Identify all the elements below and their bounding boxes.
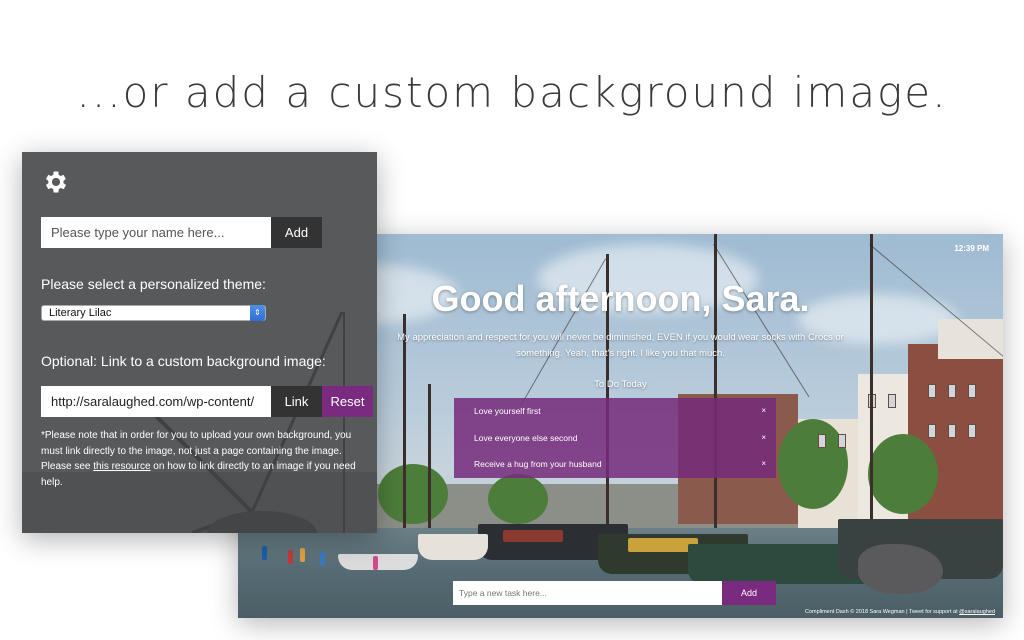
boat-hull [858, 544, 943, 594]
add-task-button[interactable]: Add [722, 581, 776, 605]
footer-handle-link[interactable]: @saralaughed [959, 609, 995, 615]
window [968, 424, 976, 438]
add-name-button[interactable]: Add [271, 217, 322, 248]
todo-text: Receive a hug from your husband [474, 459, 602, 470]
todo-text: Love yourself first [474, 406, 541, 416]
footer: Compliment Dash © 2018 Sara Wegman | Twe… [805, 609, 995, 615]
tree [488, 474, 548, 524]
paddleboarder [262, 546, 267, 560]
theme-label: Please select a personalized theme: [41, 276, 266, 292]
paddleboarder [320, 552, 325, 566]
paddleboarder [288, 550, 293, 564]
background-label: Optional: Link to a custom background im… [41, 353, 326, 369]
remove-todo-icon[interactable]: × [761, 451, 766, 478]
todo-item[interactable]: Love yourself first × [454, 398, 776, 425]
resource-link[interactable]: this resource [93, 461, 150, 472]
window [888, 394, 896, 408]
tree [778, 419, 848, 509]
boat-cabin [503, 530, 563, 542]
paddleboarder [373, 556, 378, 570]
clock: 12:39 PM [954, 244, 989, 253]
ship-mast [428, 384, 431, 534]
tree [378, 464, 448, 524]
paddleboarder [300, 548, 305, 562]
window [838, 434, 846, 448]
tree [868, 434, 938, 514]
background-url-input[interactable] [41, 386, 271, 417]
window [948, 424, 956, 438]
todo-text: Love everyone else second [474, 432, 578, 443]
footer-text: Compliment Dash © 2018 Sara Wegman | Twe… [804, 609, 960, 615]
select-arrows-icon[interactable]: ⇕ [250, 305, 265, 321]
theme-select[interactable]: Literary Lilac ⇕ [41, 305, 266, 321]
headline: ...or add a custom background image. [76, 68, 948, 117]
boat [338, 554, 418, 570]
todo-item[interactable]: Receive a hug from your husband × [454, 451, 776, 478]
name-input[interactable] [41, 217, 271, 248]
boat [418, 534, 488, 560]
window [928, 424, 936, 438]
todo-item[interactable]: Love everyone else second × [454, 425, 776, 452]
new-task-input[interactable] [453, 581, 722, 605]
settings-panel: Add Please select a personalized theme: … [22, 152, 377, 533]
remove-todo-icon[interactable]: × [761, 425, 766, 452]
compliment-text: My appreciation and respect for you will… [397, 332, 844, 359]
help-note: *Please note that in order for you to up… [41, 428, 361, 490]
white-building-top [938, 319, 1003, 359]
reset-button[interactable]: Reset [322, 386, 373, 417]
remove-todo-icon[interactable]: × [761, 398, 766, 425]
link-button[interactable]: Link [271, 386, 322, 417]
window [818, 434, 826, 448]
todo-list: Love yourself first × Love everyone else… [454, 398, 776, 478]
theme-selected-value: Literary Lilac [49, 307, 112, 319]
gear-icon[interactable] [42, 168, 70, 196]
